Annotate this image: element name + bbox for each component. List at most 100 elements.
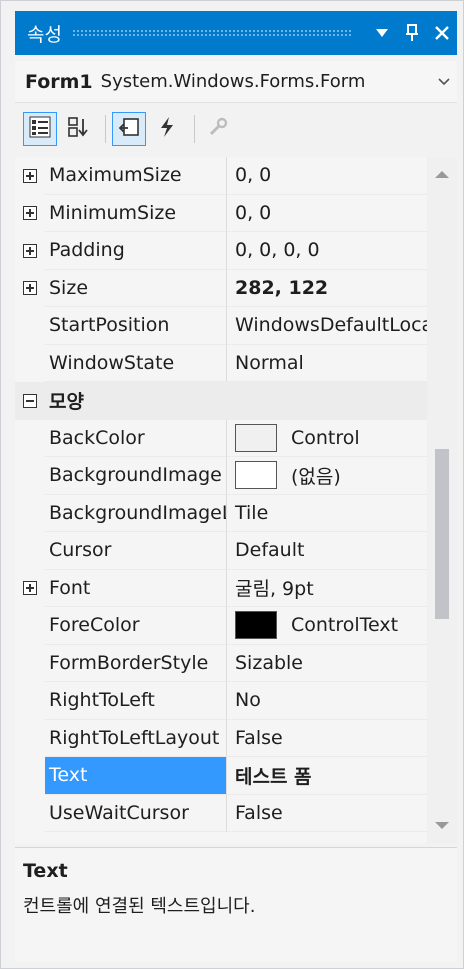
pin-icon[interactable] (397, 11, 427, 55)
property-value-text: Sizable (235, 651, 303, 674)
property-value[interactable]: No (227, 682, 427, 720)
property-grid-scrollbar[interactable] (427, 157, 457, 843)
property-row[interactable]: Size 282, 122 (15, 269, 427, 308)
property-name[interactable]: Text (45, 757, 227, 795)
property-row[interactable]: BackgroundImage (없음) (15, 457, 427, 495)
object-selector[interactable]: Form1 System.Windows.Forms.Form (15, 61, 457, 103)
property-name[interactable]: BackColor (45, 419, 227, 457)
object-type: System.Windows.Forms.Form (100, 71, 366, 92)
row-indent (15, 795, 45, 833)
property-row[interactable]: UseWaitCursor False (15, 794, 427, 833)
property-name[interactable]: BackgroundImageLayout (45, 494, 227, 532)
expand-icon[interactable] (15, 570, 45, 608)
row-indent (15, 720, 45, 758)
property-name[interactable]: FormBorderStyle (45, 644, 227, 682)
property-name[interactable]: Padding (45, 232, 227, 270)
alphabetical-button[interactable] (61, 112, 95, 146)
property-row[interactable]: StartPosition WindowsDefaultLocation (15, 307, 427, 345)
property-row[interactable]: WindowState Normal (15, 344, 427, 382)
property-name[interactable]: Cursor (45, 532, 227, 570)
property-value-text: Normal (235, 351, 304, 374)
categorized-button[interactable] (23, 112, 57, 146)
scroll-thumb[interactable] (435, 449, 449, 619)
window-menu-dropdown-icon[interactable] (367, 11, 397, 55)
property-value-text: 282, 122 (235, 276, 329, 299)
property-value[interactable]: Control (227, 420, 427, 457)
property-value[interactable]: 282, 122 (227, 270, 427, 307)
expand-icon[interactable] (15, 157, 45, 195)
category-label[interactable]: 모양 (45, 382, 227, 420)
property-value-text: 테스트 폼 (235, 765, 312, 788)
property-value-text: 0, 0 (235, 201, 272, 224)
collapse-icon[interactable] (15, 382, 45, 420)
properties-button[interactable] (112, 112, 146, 146)
property-value-text: 0, 0, 0, 0 (235, 239, 320, 262)
property-row[interactable]: BackgroundImageLayout Tile (15, 494, 427, 533)
lightning-icon (157, 116, 177, 142)
row-indent (15, 307, 45, 345)
category-row[interactable]: 모양 (15, 382, 427, 420)
property-value[interactable]: WindowsDefaultLocation (227, 307, 427, 345)
sort-alphabetical-icon (67, 116, 89, 142)
row-indent (15, 420, 45, 458)
property-row[interactable]: FormBorderStyle Sizable (15, 644, 427, 682)
property-name[interactable]: Font (45, 569, 227, 607)
row-indent (15, 607, 45, 645)
property-row[interactable]: Padding 0, 0, 0, 0 (15, 232, 427, 270)
property-name[interactable]: MaximumSize (45, 157, 227, 195)
property-row[interactable]: Font 굴림, 9pt (15, 569, 427, 608)
events-button[interactable] (150, 112, 184, 146)
property-row[interactable]: RightToLeft No (15, 682, 427, 720)
panel-title: 속성 (27, 23, 62, 46)
expand-icon[interactable] (15, 195, 45, 233)
close-icon[interactable] (427, 11, 457, 55)
description-text: 컨트롤에 연결된 텍스트입니다. (23, 896, 256, 917)
property-value[interactable]: 0, 0 (227, 195, 427, 232)
property-value[interactable]: Sizable (227, 645, 427, 682)
scroll-down-icon[interactable] (435, 822, 449, 829)
property-value[interactable]: False (227, 720, 427, 757)
row-indent (15, 495, 45, 533)
property-name[interactable]: ForeColor (45, 607, 227, 645)
properties-toolbar (15, 107, 457, 151)
property-name[interactable]: RightToLeftLayout (45, 719, 227, 757)
property-name[interactable]: MinimumSize (45, 194, 227, 232)
property-row[interactable]: RightToLeftLayout False (15, 719, 427, 758)
categorized-icon (29, 116, 51, 142)
property-value[interactable]: 테스트 폼 (227, 757, 427, 795)
property-name[interactable]: StartPosition (45, 307, 227, 345)
property-value[interactable]: Tile (227, 495, 427, 532)
property-value[interactable]: (없음) (227, 457, 427, 495)
color-swatch (235, 611, 277, 640)
object-name: Form1 (25, 70, 93, 93)
property-row[interactable]: MinimumSize 0, 0 (15, 194, 427, 233)
scroll-up-icon[interactable] (435, 171, 449, 178)
property-value[interactable]: 0, 0 (227, 157, 427, 195)
property-row[interactable]: MaximumSize 0, 0 (15, 157, 427, 195)
property-value[interactable]: False (227, 795, 427, 832)
property-value[interactable]: Default (227, 532, 427, 570)
property-name[interactable]: RightToLeft (45, 682, 227, 720)
property-row[interactable]: ForeColor ControlText (15, 607, 427, 645)
property-value-text: WindowsDefaultLocation (235, 314, 427, 337)
titlebar-grip[interactable] (71, 29, 353, 37)
property-value[interactable]: 굴림, 9pt (227, 570, 427, 607)
property-row[interactable]: Text 테스트 폼 (15, 757, 427, 795)
property-name[interactable]: WindowState (45, 344, 227, 382)
panel-titlebar[interactable]: 속성 (15, 11, 457, 55)
property-name[interactable]: Size (45, 269, 227, 307)
property-name[interactable]: UseWaitCursor (45, 794, 227, 832)
row-indent (15, 757, 45, 795)
property-row[interactable]: BackColor Control (15, 419, 427, 458)
color-swatch (235, 461, 277, 490)
expand-icon[interactable] (15, 270, 45, 308)
property-row[interactable]: Cursor Default (15, 532, 427, 570)
expand-icon[interactable] (15, 232, 45, 270)
property-value[interactable]: 0, 0, 0, 0 (227, 232, 427, 270)
chevron-down-icon[interactable] (431, 75, 457, 89)
property-name[interactable]: BackgroundImage (45, 457, 227, 495)
property-value-text: (없음) (291, 465, 341, 488)
property-value-text: False (235, 726, 283, 749)
property-value[interactable]: Normal (227, 345, 427, 382)
property-value[interactable]: ControlText (227, 607, 427, 645)
